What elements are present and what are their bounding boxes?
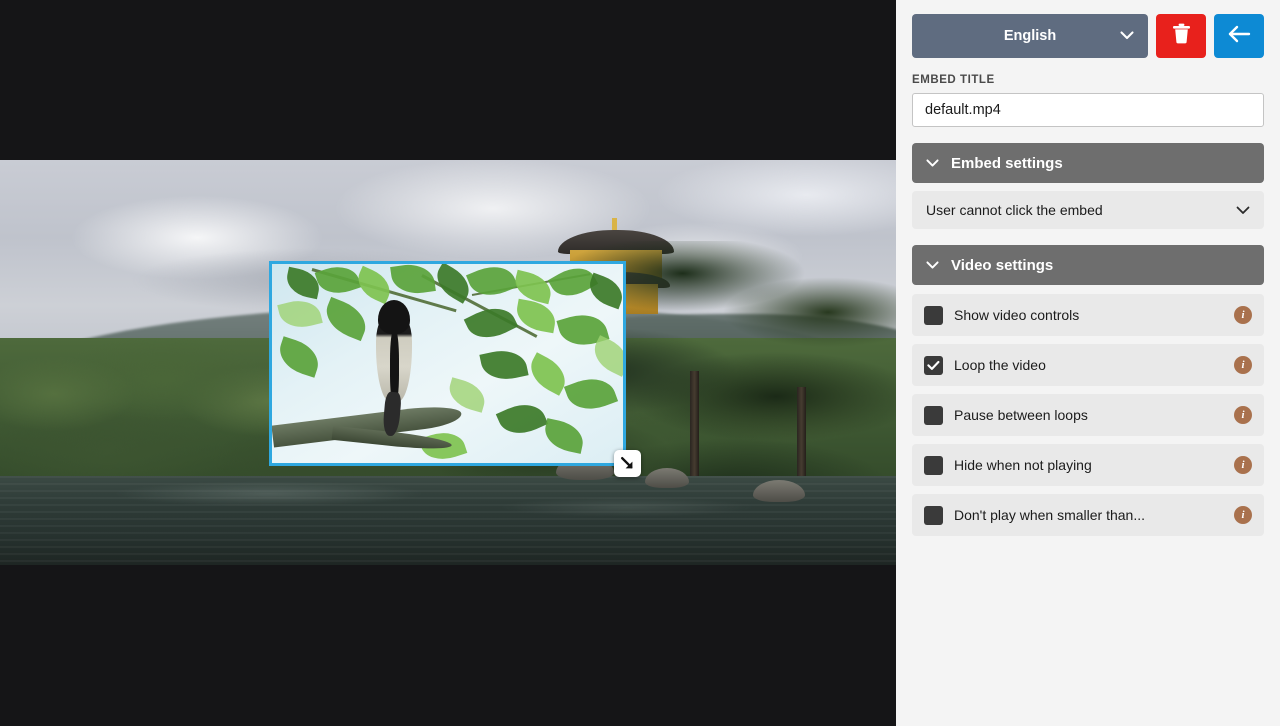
checkbox-unchecked[interactable] — [924, 405, 943, 425]
arrow-left-icon — [1227, 25, 1251, 48]
shoreline-rock-3 — [752, 479, 805, 502]
delete-button[interactable] — [1156, 14, 1206, 58]
video-option-row[interactable]: Don't play when smaller than... i — [912, 494, 1264, 536]
info-icon[interactable]: i — [1234, 356, 1252, 374]
embed-settings-title: Embed settings — [951, 154, 1063, 172]
language-selector[interactable]: English — [912, 14, 1148, 58]
app-root: English EMBED TITLE default.mp4 Embed se… — [0, 0, 1280, 726]
leaf — [465, 264, 519, 304]
embed-title-input[interactable] — [912, 93, 1264, 127]
chevron-down-icon — [1120, 28, 1134, 44]
video-settings-options: Show video controls i Loop the video i Pause… — [912, 294, 1264, 536]
leaf — [352, 265, 396, 305]
info-icon[interactable]: i — [1234, 306, 1252, 324]
video-option-label: Don't play when smaller than... — [954, 507, 1145, 523]
video-option-label: Loop the video — [954, 357, 1046, 373]
embed-click-behavior-value: User cannot click the embed — [926, 202, 1103, 218]
video-option-label: Show video controls — [954, 307, 1080, 323]
checkbox-unchecked[interactable] — [924, 305, 943, 325]
embed-video-content — [272, 264, 623, 463]
embed-title-label: EMBED TITLE — [912, 74, 995, 86]
chevron-down-icon — [926, 155, 939, 172]
checkbox-checked[interactable] — [924, 355, 943, 375]
info-icon[interactable]: i — [1234, 456, 1252, 474]
leaf — [479, 345, 529, 385]
video-settings-header[interactable]: Video settings — [912, 245, 1264, 285]
language-selector-value: English — [1003, 28, 1057, 44]
bird-head — [378, 300, 410, 334]
checkbox-unchecked[interactable] — [924, 505, 943, 525]
leaf — [319, 296, 373, 342]
embed-properties-panel: English EMBED TITLE default.mp4 Embed se… — [896, 0, 1280, 726]
back-button[interactable] — [1214, 14, 1264, 58]
leaf — [541, 418, 587, 454]
video-option-label: Hide when not playing — [954, 457, 1092, 473]
selected-video-embed[interactable] — [269, 261, 626, 466]
video-option-row[interactable]: Pause between loops i — [912, 394, 1264, 436]
video-option-row[interactable]: Hide when not playing i — [912, 444, 1264, 486]
resize-arrow-icon[interactable] — [614, 450, 641, 477]
leaf — [463, 299, 519, 347]
info-icon[interactable]: i — [1234, 406, 1252, 424]
chevron-down-icon — [926, 257, 939, 274]
leaf — [445, 377, 489, 413]
panel-toolbar: English — [912, 14, 1264, 58]
info-icon[interactable]: i — [1234, 506, 1252, 524]
design-canvas[interactable] — [0, 0, 896, 726]
video-option-label: Pause between loops — [954, 407, 1088, 423]
leaf — [495, 396, 549, 442]
embed-click-behavior-dropdown[interactable]: User cannot click the embed — [912, 191, 1264, 229]
video-settings-title: Video settings — [951, 256, 1054, 274]
leaf — [274, 336, 324, 378]
leaf — [563, 371, 619, 417]
leaf — [277, 295, 323, 333]
trash-icon — [1172, 23, 1191, 49]
video-option-row[interactable]: Show video controls i — [912, 294, 1264, 336]
checkbox-unchecked[interactable] — [924, 455, 943, 475]
leaf — [314, 264, 362, 300]
video-option-row[interactable]: Loop the video i — [912, 344, 1264, 386]
leaf — [584, 272, 623, 310]
chevron-down-icon — [1236, 202, 1250, 218]
embed-settings-header[interactable]: Embed settings — [912, 143, 1264, 183]
